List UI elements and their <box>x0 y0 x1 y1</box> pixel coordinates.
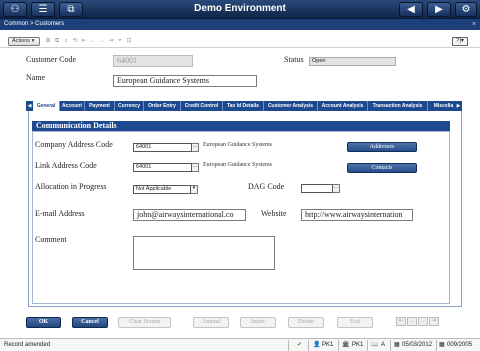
status-message: Record amended <box>4 342 51 348</box>
last-record-icon[interactable]: ⇥ <box>107 37 115 46</box>
tab-strip: General Account Payment Currency Order E… <box>33 101 460 111</box>
back-arrow-icon[interactable]: ◀ <box>399 2 423 17</box>
tab-order-entry[interactable]: Order Entry <box>144 101 181 111</box>
period-icon: ▦ <box>439 342 445 348</box>
comment-label: Comment <box>35 235 67 244</box>
customer-code-label: Customer Code <box>26 55 76 64</box>
status-user: PK1 <box>322 342 334 348</box>
toolbar: Actions ▾ ⊞ ⧉ ⌕ ⟲ ⇤ ← → ⇥ ⌖ ⊡ ?|▾ <box>0 33 480 48</box>
copy-icon[interactable]: ⧉ <box>53 37 61 46</box>
section-title: Communication Details <box>32 121 450 131</box>
dag-code-label: DAG Code <box>248 182 285 191</box>
tab-scroll-left-icon[interactable]: ◀ <box>26 101 33 111</box>
tab-general[interactable]: General <box>33 101 60 111</box>
tab-currency[interactable]: Currency <box>115 101 144 111</box>
zoom-icon[interactable]: ⊡ <box>125 37 133 46</box>
exit-button[interactable]: Exit <box>337 317 373 328</box>
name-label: Name <box>26 73 46 82</box>
allocation-dropdown-icon[interactable]: ▾ <box>191 185 198 194</box>
link-address-description: European Guidance Systems <box>203 162 272 168</box>
company-address-lookup-icon[interactable]: … <box>192 143 199 152</box>
company-address-code-field[interactable]: 64001 <box>133 143 192 152</box>
email-label: E-mail Address <box>35 209 85 218</box>
addresses-button[interactable]: Addresses <box>347 142 417 152</box>
title-bar: ⚇ ☰ ⧉ Demo Environment ◀ ▶ ⚙ <box>0 0 480 19</box>
tab-scroll-right-icon[interactable]: ▶ <box>455 101 462 111</box>
tab-account[interactable]: Account <box>60 101 85 111</box>
allocation-label: Allocation in Progress <box>35 182 107 191</box>
cancel-button[interactable]: Cancel <box>72 317 108 328</box>
contacts-button[interactable]: Contacts <box>347 163 417 173</box>
dag-code-lookup-icon[interactable]: … <box>333 184 340 193</box>
help-button[interactable]: ?|▾ <box>452 37 468 46</box>
windows-icon[interactable]: ⧉ <box>59 2 83 17</box>
link-address-lookup-icon[interactable]: … <box>192 163 199 172</box>
first-page-icon[interactable]: ⇤ <box>396 317 406 326</box>
tab-payment[interactable]: Payment <box>85 101 115 111</box>
forward-arrow-icon[interactable]: ▶ <box>427 2 451 17</box>
website-field[interactable]: http://www.airwaysinternation <box>301 209 413 221</box>
email-field[interactable]: john@airwaysinternational.co <box>133 209 246 221</box>
locate-icon[interactable]: ⌖ <box>116 37 124 46</box>
user-menu-icon[interactable]: ⚇ <box>3 2 27 17</box>
dag-code-field[interactable] <box>301 184 333 193</box>
language-icon: 📖 <box>371 342 379 348</box>
breadcrumb-text: Common > Customers <box>4 21 65 27</box>
tab-account-analysis[interactable]: Account Analysis <box>318 101 368 111</box>
tab-credit-control[interactable]: Credit Control <box>181 101 223 111</box>
next-record-icon[interactable]: → <box>98 37 106 46</box>
status-company: PK1 <box>352 342 364 348</box>
status-period: 009/2005 <box>447 342 473 348</box>
website-label: Website <box>261 209 287 218</box>
name-field[interactable]: European Guidance Systems <box>113 75 257 87</box>
status-label: Status <box>284 55 304 64</box>
status-field: Open <box>309 57 396 66</box>
status-bar: Record amended ✔ 👤 PK1 🏛 PK1 📖 A ▦ 05/03… <box>0 338 480 351</box>
company-address-code-label: Company Address Code <box>35 140 113 149</box>
link-address-code-label: Link Address Code <box>35 161 97 170</box>
company-icon: 🏛 <box>342 342 350 348</box>
ok-button[interactable]: OK <box>26 317 61 328</box>
previous-page-icon[interactable]: ← <box>407 317 417 326</box>
clear-screen-button[interactable]: Clear Screen <box>118 317 171 328</box>
customer-code-field[interactable]: 64001 <box>113 55 193 67</box>
tab-tax-id-details[interactable]: Tax Id Details <box>223 101 264 111</box>
close-icon[interactable]: × <box>472 19 476 30</box>
amend-button[interactable]: Amend <box>193 317 229 328</box>
actions-menu-button[interactable]: Actions ▾ <box>8 37 40 46</box>
next-page-icon[interactable]: → <box>418 317 428 326</box>
check-icon: ✔ <box>297 342 303 348</box>
insert-button[interactable]: Insert <box>240 317 276 328</box>
last-page-icon[interactable]: ⇥ <box>429 317 439 326</box>
calendar-icon: ▦ <box>394 342 400 348</box>
find-icon[interactable]: ⌕ <box>62 37 70 46</box>
allocation-select[interactable]: Not Applicable <box>133 185 191 194</box>
grid-icon[interactable]: ⊞ <box>44 37 52 46</box>
status-date: 05/03/2012 <box>402 342 433 348</box>
company-address-description: European Guidance Systems <box>203 142 272 148</box>
app-title: Demo Environment <box>194 3 286 14</box>
previous-record-icon[interactable]: ← <box>89 37 97 46</box>
link-address-code-field[interactable]: 64001 <box>133 163 192 172</box>
refresh-icon[interactable]: ⟲ <box>71 37 79 46</box>
delete-button[interactable]: Delete <box>288 317 324 328</box>
settings-gear-icon[interactable]: ⚙ <box>455 2 477 17</box>
user-icon: 👤 <box>313 342 321 348</box>
tab-customer-analysis[interactable]: Customer Analysis <box>264 101 318 111</box>
tab-transaction-analysis[interactable]: Transaction Analysis <box>368 101 428 111</box>
breadcrumb: Common > Customers × <box>0 19 480 30</box>
list-menu-icon[interactable]: ☰ <box>31 2 55 17</box>
comment-textarea[interactable] <box>133 236 275 270</box>
status-language: A <box>381 342 386 348</box>
first-record-icon[interactable]: ⇤ <box>80 37 88 46</box>
